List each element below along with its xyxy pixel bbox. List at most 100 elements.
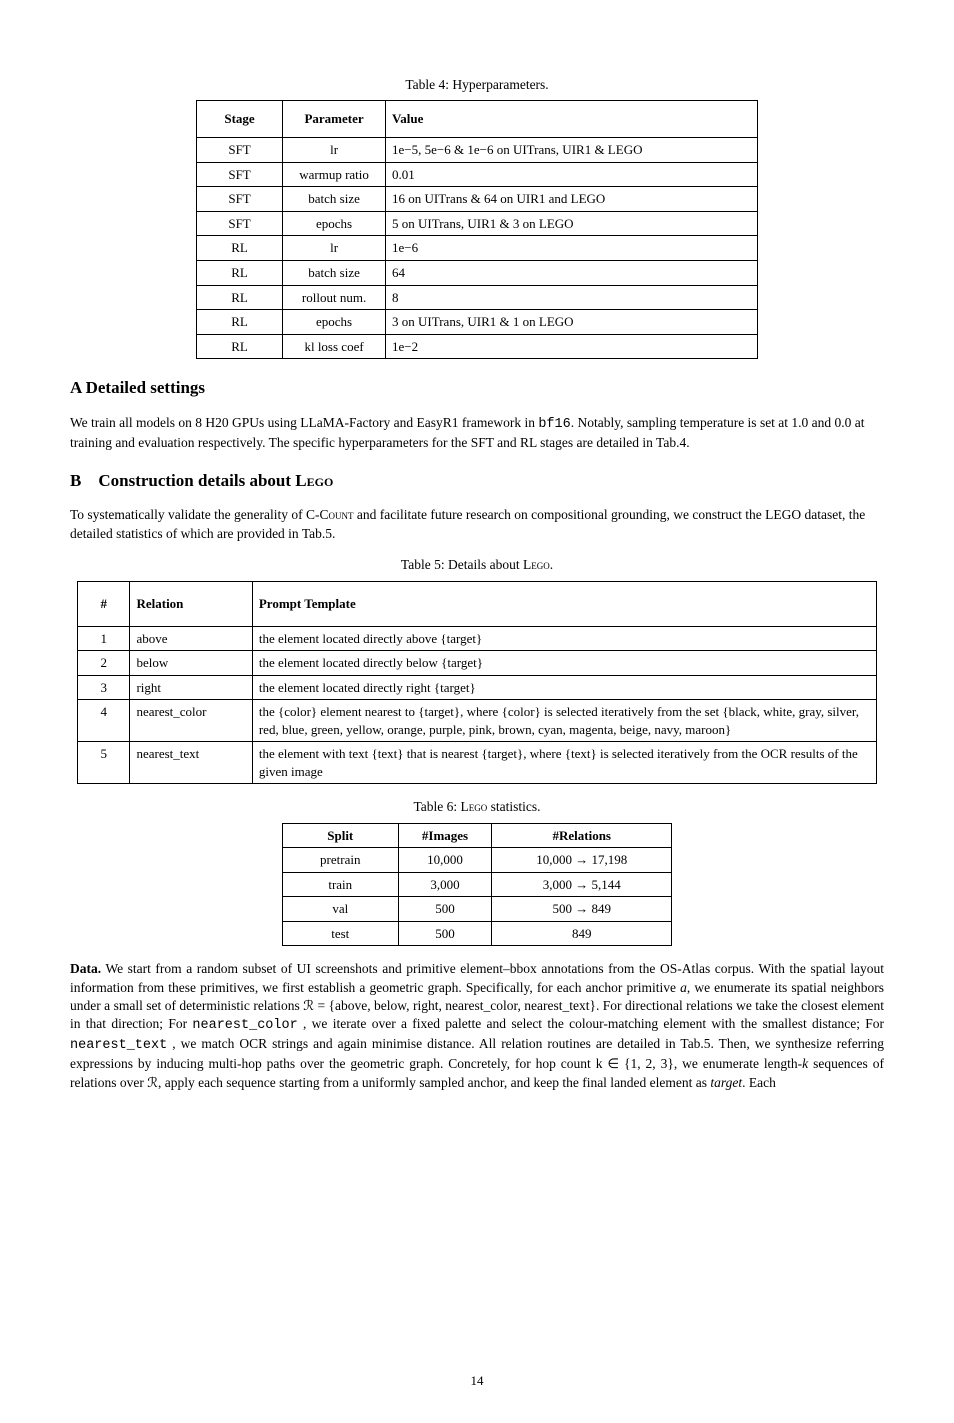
dp-nc: nearest_color — [192, 1018, 297, 1033]
page-number: 14 — [70, 1372, 884, 1390]
dp-tgt: target — [710, 1075, 742, 1090]
dp4: , we iterate over a fixed palette and se… — [298, 1016, 884, 1031]
t6r2c2: 500 → 849 — [492, 897, 672, 922]
t6-h1: Split — [283, 823, 399, 848]
t6r3c0: test — [283, 921, 399, 946]
table6-caption-post: statistics. — [487, 799, 540, 814]
table4-caption-label: Table 4: — [405, 77, 449, 92]
t6-h3: #Relations — [492, 823, 672, 848]
t4r6c0: RL — [197, 285, 283, 310]
t4r5c2: 64 — [386, 260, 758, 285]
t4r3c1: epochs — [283, 211, 386, 236]
table5-caption-txt: Details about L — [445, 557, 532, 572]
t4r5c1: batch size — [283, 260, 386, 285]
t4r1c0: SFT — [197, 162, 283, 187]
t6r1c2: 3,000 → 5,144 — [492, 872, 672, 897]
table-lego-stats: Split #Images #Relations pretrain10,0001… — [282, 823, 672, 947]
t5-h3: Prompt Template — [252, 581, 876, 626]
t4r3c0: SFT — [197, 211, 283, 236]
dp6: , we enumerate length- — [674, 1056, 802, 1071]
t5r2c1: right — [130, 675, 252, 700]
dp-anchor: a — [680, 980, 687, 995]
t4r6c2: 8 — [386, 285, 758, 310]
t4r8c2: 1e−2 — [386, 334, 758, 359]
section-a-paragraph: We train all models on 8 H20 GPUs using … — [70, 414, 884, 452]
t4r7c2: 3 on UITrans, UIR1 & 1 on LEGO — [386, 310, 758, 335]
t5r1c1: below — [130, 651, 252, 676]
section-b-paragraph: To systematically validate the generalit… — [70, 506, 884, 542]
t5r2c2: the element located directly right {targ… — [252, 675, 876, 700]
t6r3c2: 849 — [492, 921, 672, 946]
secB-num: B — [70, 471, 81, 490]
t4r0c0: SFT — [197, 138, 283, 163]
secA-p1: We train all models on 8 H20 GPUs using … — [70, 415, 535, 430]
t5r4c0: 5 — [78, 742, 130, 784]
t4r1c2: 0.01 — [386, 162, 758, 187]
t4r2c2: 16 on UITrans & 64 on UIR1 and LEGO — [386, 187, 758, 212]
t5r3c1: nearest_color — [130, 700, 252, 742]
section-b-title: B Construction details about Lego — [70, 470, 884, 493]
table6-caption-label: Table 6: — [413, 799, 457, 814]
t5r2c0: 3 — [78, 675, 130, 700]
t4r6c1: rollout num. — [283, 285, 386, 310]
t6r0c2: 10,000 → 17,198 — [492, 848, 672, 873]
t5-h1: # — [78, 581, 130, 626]
t5r3c0: 4 — [78, 700, 130, 742]
t4r4c1: lr — [283, 236, 386, 261]
t6r0c0: pretrain — [283, 848, 399, 873]
t5-h2: Relation — [130, 581, 252, 626]
t4r8c1: kl loss coef — [283, 334, 386, 359]
section-a-title: A Detailed settings — [70, 377, 884, 400]
t6r2c1: 500 — [398, 897, 492, 922]
secA-bf16: bf16 — [538, 417, 570, 432]
t4r2c0: SFT — [197, 187, 283, 212]
table6-caption-sc: ego — [469, 799, 488, 814]
t6r2c0: val — [283, 897, 399, 922]
t4-h2: Parameter — [283, 101, 386, 138]
secB-t: Construction details about L — [98, 471, 306, 490]
t5r4c2: the element with text {text} that is nea… — [252, 742, 876, 784]
secB-sc2: ount — [328, 507, 353, 522]
table6-caption-txt: L — [457, 799, 469, 814]
t4r5c0: RL — [197, 260, 283, 285]
data-lead: Data. — [70, 961, 101, 976]
t4r3c2: 5 on UITrans, UIR1 & 3 on LEGO — [386, 211, 758, 236]
t5r1c0: 2 — [78, 651, 130, 676]
t6-h2: #Images — [398, 823, 492, 848]
t4r7c1: epochs — [283, 310, 386, 335]
table5-caption-label: Table 5: — [401, 557, 445, 572]
table5-caption-dot: . — [550, 557, 553, 572]
t5r3c2: the {color} element nearest to {target},… — [252, 700, 876, 742]
t4r7c0: RL — [197, 310, 283, 335]
table-lego-relations: # Relation Prompt Template 1abovethe ele… — [77, 581, 877, 785]
t6r1c1: 3,000 — [398, 872, 492, 897]
table5-caption-sc: ego — [531, 557, 550, 572]
t4r4c0: RL — [197, 236, 283, 261]
t4r1c1: warmup ratio — [283, 162, 386, 187]
t5r0c1: above — [130, 626, 252, 651]
dp8: , apply each sequence starting from a un… — [158, 1075, 710, 1090]
dp9: . Each — [742, 1075, 776, 1090]
t4r8c0: RL — [197, 334, 283, 359]
t4-h1: Stage — [197, 101, 283, 138]
dp-hopk: k ∈ {1, 2, 3} — [596, 1056, 674, 1071]
dp-eq: = — [314, 998, 329, 1013]
secB-p1: To systematically validate the generalit… — [70, 507, 328, 522]
t6r0c1: 10,000 — [398, 848, 492, 873]
t4r0c1: lr — [283, 138, 386, 163]
secB-sc: ego — [307, 471, 334, 490]
table-hyperparameters: Stage Parameter Value SFTlr1e−5, 5e−6 & … — [196, 100, 758, 359]
t4r4c2: 1e−6 — [386, 236, 758, 261]
t5r4c1: nearest_text — [130, 742, 252, 784]
table4-caption-text: Hyperparameters. — [452, 77, 548, 92]
t6r1c0: train — [283, 872, 399, 897]
t4-h3: Value — [386, 101, 758, 138]
t5r0c0: 1 — [78, 626, 130, 651]
t5r1c2: the element located directly below {targ… — [252, 651, 876, 676]
t4r0c2: 1e−5, 5e−6 & 1e−6 on UITrans, UIR1 & LEG… — [386, 138, 758, 163]
t4r2c1: batch size — [283, 187, 386, 212]
dp-nt: nearest_text — [70, 1038, 167, 1053]
data-paragraph: Data. We start from a random subset of U… — [70, 960, 884, 1092]
dp-set: {above, below, right, nearest_color, nea… — [329, 998, 596, 1013]
t5r0c2: the element located directly above {targ… — [252, 626, 876, 651]
